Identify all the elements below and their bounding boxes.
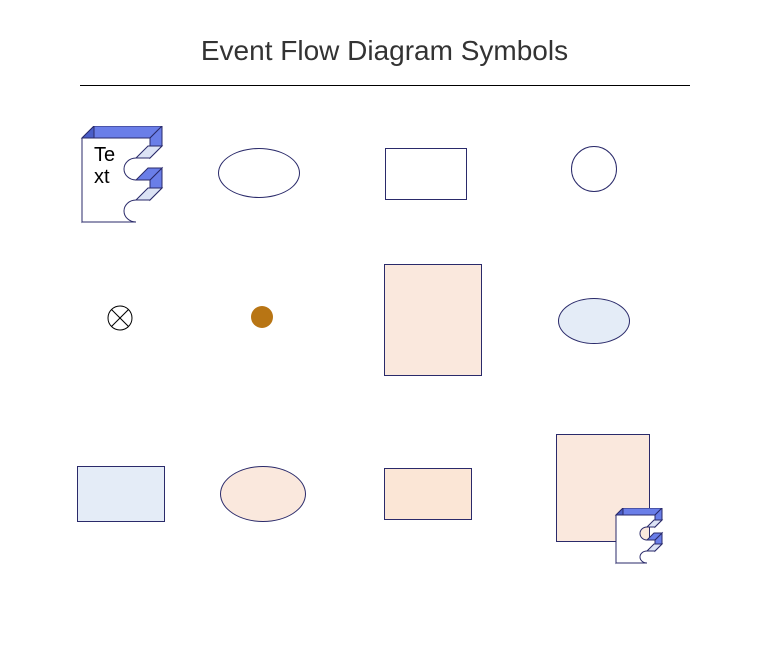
symbol-ellipse-lightblue [558, 298, 630, 344]
e3d-text-label: Te xt [94, 144, 115, 188]
symbol-circle-outline [571, 146, 617, 192]
symbol-3d-e-small [614, 508, 666, 571]
symbol-rectangle-peach [384, 468, 472, 520]
symbol-rectangle-lightblue [77, 466, 165, 522]
symbols-grid: Te xt [0, 86, 769, 606]
symbol-rectangle-peach-large [384, 264, 482, 376]
symbol-3d-e-large: Te xt [80, 126, 170, 231]
symbol-filled-dot [251, 306, 273, 328]
symbol-ellipse-peach [220, 466, 306, 522]
symbol-circle-x [106, 304, 134, 337]
symbol-ellipse-outline [218, 148, 300, 198]
symbol-rectangle-outline [385, 148, 467, 200]
symbol-rectangle-with-e [556, 434, 650, 542]
diagram-title: Event Flow Diagram Symbols [0, 0, 769, 67]
